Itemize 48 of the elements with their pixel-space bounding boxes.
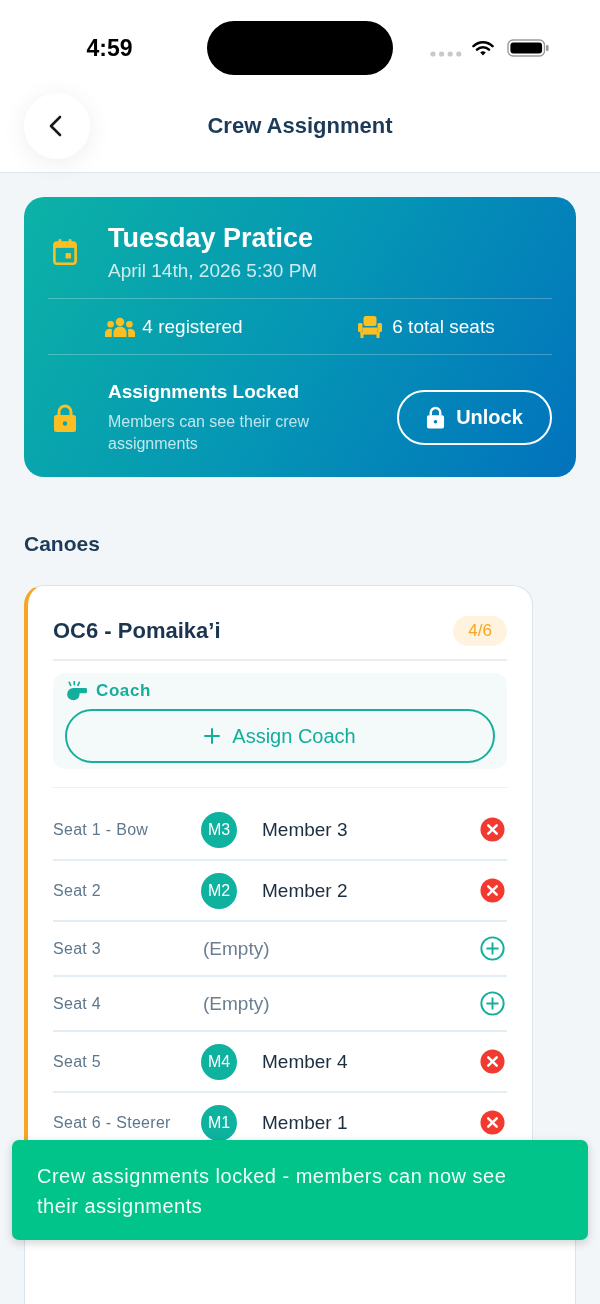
calendar-icon [52, 237, 78, 267]
signal-icon [430, 51, 462, 57]
whistle-icon [66, 681, 88, 701]
x-circle-icon[interactable] [480, 1110, 505, 1135]
wifi-icon [472, 40, 494, 56]
unlock-button[interactable]: Unlock [397, 390, 552, 445]
seat-label: Seat 2 [53, 881, 103, 900]
armchair-icon [357, 314, 384, 339]
member-avatar: M3 [201, 811, 237, 848]
seat-label: Seat 6 - Steerer [53, 1113, 172, 1132]
seat-label: Seat 3 [53, 939, 103, 958]
empty-seat-text: (Empty) [203, 937, 271, 960]
plus-circle-icon[interactable] [480, 991, 505, 1016]
seat-count-badge: 4/6 [453, 616, 507, 646]
toast-message: Crew assignments locked - members can now see their assignments [12, 1140, 588, 1240]
member-name: Member 2 [262, 879, 349, 902]
seat-label: Seat 4 [53, 994, 103, 1013]
lock-status-description: Members can see their crew assignments [108, 412, 310, 454]
seat-label: Seat 5 [53, 1052, 103, 1071]
stat-text: 4 registered [142, 315, 243, 338]
member-name: Member 4 [262, 1050, 349, 1073]
people-icon [105, 316, 136, 337]
x-circle-icon[interactable] [480, 1049, 505, 1074]
event-title: Tuesday Pratice [108, 222, 315, 255]
x-circle-icon[interactable] [480, 878, 505, 903]
section-heading: Canoes [24, 531, 100, 557]
canoe-name: OC6 - Pomaika’i [53, 618, 221, 644]
assign-coach-button[interactable]: Assign Coach [65, 709, 495, 763]
back-chevron-icon [48, 115, 62, 137]
page-title: Crew Assignment [207, 113, 393, 139]
padlock-icon [53, 402, 77, 433]
status-time: 4:59 [85, 34, 133, 62]
member-avatar: M4 [201, 1043, 237, 1080]
member-name: Member 3 [262, 818, 349, 841]
coach-label: Coach [96, 681, 151, 701]
plus-circle-icon[interactable] [480, 936, 505, 961]
member-avatar: M2 [201, 872, 237, 909]
stat-text: 6 total seats [392, 315, 495, 338]
empty-seat-text: (Empty) [203, 992, 271, 1015]
member-avatar: M1 [201, 1104, 237, 1141]
event-datetime: April 14th, 2026 5:30 PM [108, 259, 318, 283]
padlock-icon [426, 406, 446, 429]
plus-icon [204, 728, 221, 744]
x-circle-icon[interactable] [480, 817, 505, 842]
battery-icon [507, 39, 549, 57]
seat-label: Seat 1 - Bow [53, 820, 150, 839]
lock-status-title: Assignments Locked [108, 380, 301, 404]
member-name: Member 1 [262, 1111, 349, 1134]
